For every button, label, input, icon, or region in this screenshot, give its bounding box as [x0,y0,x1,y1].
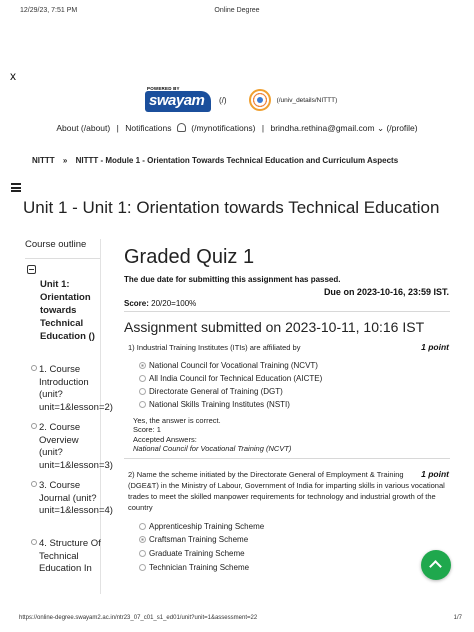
about-link[interactable]: About (/about) [56,123,110,133]
breadcrumb-current[interactable]: NITTT - Module 1 - Orientation Towards T… [76,156,399,165]
close-icon[interactable]: x [10,69,16,83]
question-1-option[interactable]: National Council for Vocational Training… [139,361,318,370]
radio-icon[interactable] [139,550,146,557]
question-1-feedback: Yes, the answer is correct. Score: 1 Acc… [133,416,291,453]
breadcrumb-root[interactable]: NITTT [32,156,55,165]
quiz-score: Score: 20/20=100% [124,299,196,308]
sidebar-lesson[interactable]: 2. Course Overview (unit?unit=1&lesson=3… [31,422,113,472]
option-label: Technician Training Scheme [149,563,250,572]
score-value: 20/20=100% [151,299,197,308]
nav-separator: | [116,123,119,133]
chevron-down-icon[interactable]: ⌄ [377,123,384,133]
option-label: All India Council for Technical Educatio… [149,374,323,383]
submission-status: Assignment submitted on 2023-10-11, 10:1… [124,319,425,335]
scroll-to-top-button[interactable] [421,550,451,580]
question-2-option[interactable]: Apprenticeship Training Scheme [139,522,264,531]
question-2-line: (DGE&T) in the Ministry of Labour, Gover… [128,481,445,490]
nav-separator: | [261,123,265,133]
hamburger-menu-icon[interactable] [11,183,21,192]
question-2-option[interactable]: Craftsman Training Scheme [139,535,248,544]
sidebar-lesson[interactable]: 4. Structure Of Technical Education In [31,538,103,576]
bell-icon[interactable] [176,123,186,132]
radio-icon[interactable] [139,388,146,395]
quiz-title: Graded Quiz 1 [124,246,255,268]
quiz-content: Graded Quiz 1 The due date for submittin… [117,240,457,590]
page-title: Unit 1 - Unit 1: Orientation towards Tec… [23,198,440,217]
radio-selected-icon[interactable] [139,536,146,543]
question-2-option[interactable]: Technician Training Scheme [139,563,249,572]
radio-icon[interactable] [139,375,146,382]
sidebar-lesson[interactable]: 3. Course Journal (unit?unit=1&lesson=4) [31,480,113,518]
print-url: https://online-degree.swayam2.ac.in/ntr2… [19,615,258,621]
accepted-answers-label: Accepted Answers: [133,435,197,444]
nittt-logo-icon[interactable] [248,89,271,111]
radio-icon[interactable] [139,564,146,571]
question-2-points: 1 point [418,469,449,479]
due-date: Due on 2023-10-16, 23:59 IST. [323,287,449,297]
accepted-answer: National Council for Vocational Training… [133,444,292,453]
option-label: National Skills Training Institutes (NST… [149,400,290,409]
breadcrumb-separator: » [62,156,68,165]
divider [124,458,450,459]
question-2-line: trades to meet the skilled manpower requ… [128,492,436,501]
print-page-number: 1/7 [453,615,462,621]
swayam-logo[interactable]: POWERED BY swayam [145,85,211,116]
question-2-line: 2) Name the scheme initiated by the Dire… [128,470,404,479]
question-1-option[interactable]: All India Council for Technical Educatio… [139,374,322,383]
sidebar-lesson-label: 2. Course Overview (unit?unit=1&lesson=3… [39,422,113,471]
swayam-home-link[interactable]: (/) [219,96,227,105]
notifications-url[interactable]: (/mynotifications) [191,123,255,133]
question-2-text: 2) Name the scheme initiated by the Dire… [128,469,445,513]
print-title: Online Degree [214,7,260,14]
print-header: 12/29/23, 7:51 PM Online Degree [0,7,474,21]
notifications-link[interactable]: Notifications [125,123,171,133]
lesson-status-icon [31,481,37,487]
swayam-powered-text: POWERED BY [147,85,180,91]
sidebar-lesson-label: 4. Structure Of Technical Education In [39,538,101,574]
question-1-points: 1 point [421,342,449,352]
divider [124,311,450,312]
question-2-option[interactable]: Graduate Training Scheme [139,549,245,558]
question-1-option[interactable]: National Skills Training Institutes (NST… [139,400,290,409]
question-2-line: country [128,503,153,512]
collapse-icon[interactable] [27,265,36,274]
sidebar-unit-heading[interactable]: Unit 1: Orientation towards Technical Ed… [40,278,100,343]
sidebar-lesson-label: 1. Course Introduction (unit?unit=1&less… [39,364,113,413]
score-label: Score: [124,299,149,308]
swayam-wordmark: swayam [149,91,205,109]
sidebar-lesson[interactable]: 1. Course Introduction (unit?unit=1&less… [31,364,113,414]
breadcrumb: NITTT » NITTT - Module 1 - Orientation T… [32,156,398,165]
feedback-correct: Yes, the answer is correct. [133,416,221,425]
feedback-score: Score: 1 [133,425,161,434]
lesson-status-icon [31,365,37,371]
due-passed-notice: The due date for submitting this assignm… [124,275,341,284]
radio-icon[interactable] [139,523,146,530]
top-nav: About (/about) | Notifications (/mynotif… [0,123,474,134]
radio-selected-icon[interactable] [139,362,146,369]
lesson-status-icon [31,423,37,429]
nittt-link[interactable]: (/univ_details/NITTT) [277,97,338,104]
question-1-text: 1) Industrial Training Institutes (ITIs)… [128,343,301,352]
profile-link[interactable]: (/profile) [386,123,417,133]
user-email[interactable]: brindha.rethina@gmail.com [270,123,374,133]
option-label: National Council for Vocational Training… [149,361,318,370]
option-label: Directorate General of Training (DGT) [149,387,283,396]
outline-title: Course outline [25,239,100,259]
option-label: Craftsman Training Scheme [149,535,249,544]
option-label: Graduate Training Scheme [149,549,245,558]
course-outline-sidebar: Course outline Unit 1: Orientation towar… [25,239,113,594]
radio-icon[interactable] [139,401,146,408]
question-1-option[interactable]: Directorate General of Training (DGT) [139,387,283,396]
lesson-status-icon [31,539,37,545]
logo-row: POWERED BY swayam (/) (/univ_details/NIT… [145,83,337,117]
option-label: Apprenticeship Training Scheme [149,522,265,531]
sidebar-lesson-label: 3. Course Journal (unit?unit=1&lesson=4) [39,480,113,516]
